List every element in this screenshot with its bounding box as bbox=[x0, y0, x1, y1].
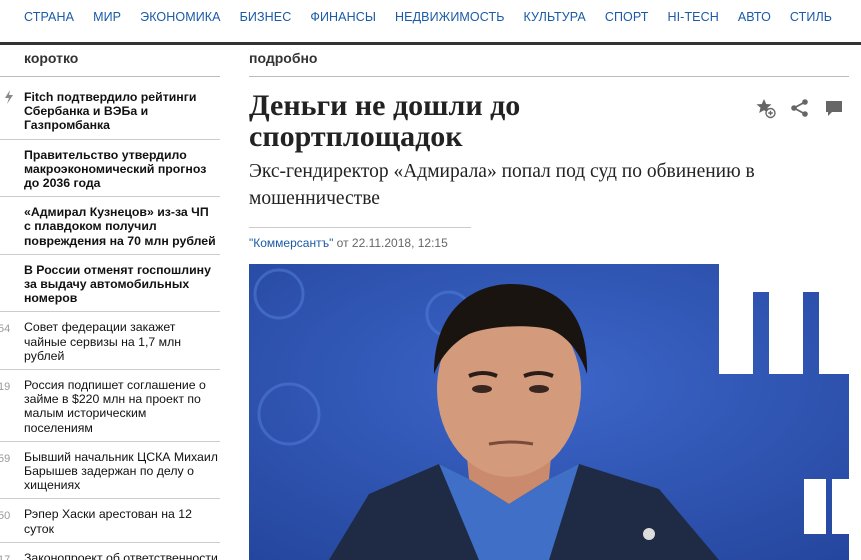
news-item[interactable]: 17 Законопроект об ответственности bbox=[0, 543, 220, 560]
nav-item-hi-tech[interactable]: HI-TECH bbox=[667, 10, 718, 24]
news-item[interactable]: 50 Рэпер Хаски арестован на 12 суток bbox=[0, 499, 220, 543]
news-item-text: Россия подпишет соглашение о займе в $22… bbox=[24, 378, 206, 435]
nav-item-strana[interactable]: СТРАНА bbox=[24, 10, 74, 24]
nav-item-stil[interactable]: СТИЛЬ bbox=[790, 10, 832, 24]
nav-item-avto[interactable]: АВТО bbox=[738, 10, 771, 24]
news-item[interactable]: 19 Россия подпишет соглашение о займе в … bbox=[0, 370, 220, 442]
news-item[interactable]: «Адмирал Кузнецов» из-за ЧП с плавдоком … bbox=[0, 197, 220, 255]
news-item[interactable]: В России отменят госпошлину за выдачу ав… bbox=[0, 255, 220, 313]
nav-item-nedvizhimost[interactable]: НЕДВИЖИМОСТЬ bbox=[395, 10, 504, 24]
comment-count: 59 bbox=[0, 452, 11, 465]
star-add-icon[interactable] bbox=[755, 97, 777, 119]
comment-count: 19 bbox=[0, 381, 11, 394]
news-item[interactable]: Fitch подтвердило рейтинги Сбербанка и В… bbox=[0, 82, 220, 140]
news-item-text: Бывший начальник ЦСКА Михаил Барышев зад… bbox=[24, 449, 218, 493]
nav-item-finansy[interactable]: ФИНАНСЫ bbox=[310, 10, 376, 24]
news-item-text: В России отменят госпошлину за выдачу ав… bbox=[24, 262, 211, 306]
top-navigation: СТРАНА МИР ЭКОНОМИКА БИЗНЕС ФИНАНСЫ НЕДВ… bbox=[0, 0, 861, 34]
article-date: от 22.11.2018, 12:15 bbox=[336, 236, 448, 250]
nav-item-sport[interactable]: СПОРТ bbox=[605, 10, 649, 24]
nav-item-biznes[interactable]: БИЗНЕС bbox=[240, 10, 292, 24]
section-divider-right bbox=[249, 76, 849, 77]
comment-count: 17 bbox=[0, 553, 11, 560]
article-source-link[interactable]: "Коммерсантъ" bbox=[249, 236, 333, 250]
share-icon[interactable] bbox=[789, 97, 811, 119]
lightning-icon bbox=[5, 90, 13, 104]
section-label-short: коротко bbox=[24, 50, 79, 66]
nav-divider bbox=[0, 42, 861, 45]
nav-item-kultura[interactable]: КУЛЬТУРА bbox=[524, 10, 586, 24]
article-headline: Деньги не дошли до спортплощадок bbox=[249, 89, 521, 153]
comment-icon[interactable] bbox=[823, 97, 845, 119]
nav-item-ekonomika[interactable]: ЭКОНОМИКА bbox=[140, 10, 221, 24]
news-item[interactable]: Правительство утвердило макроэкономическ… bbox=[0, 140, 220, 198]
news-item[interactable]: 59 Бывший начальник ЦСКА Михаил Барышев … bbox=[0, 442, 220, 500]
article-photo bbox=[249, 264, 849, 560]
news-item-text: «Адмирал Кузнецов» из-за ЧП с плавдоком … bbox=[24, 205, 216, 248]
news-item-text: Рэпер Хаски арестован на 12 суток bbox=[24, 507, 192, 536]
news-list: Fitch подтвердило рейтинги Сбербанка и В… bbox=[0, 82, 220, 560]
section-divider-left bbox=[0, 76, 220, 77]
news-item-text: Законопроект об ответственности bbox=[24, 550, 218, 560]
news-item-text: Совет федерации закажет чайные сервизы н… bbox=[24, 320, 182, 363]
news-item-text: Правительство утвердило макроэкономическ… bbox=[24, 147, 207, 191]
nav-item-mir[interactable]: МИР bbox=[93, 10, 121, 24]
article-meta: "Коммерсантъ" от 22.11.2018, 12:15 bbox=[249, 236, 448, 250]
news-item[interactable]: 54 Совет федерации закажет чайные сервиз… bbox=[0, 312, 220, 371]
news-item-text: Fitch подтвердило рейтинги Сбербанка и В… bbox=[24, 90, 197, 133]
article-tools bbox=[755, 97, 845, 119]
meta-divider bbox=[249, 227, 471, 228]
comment-count: 54 bbox=[0, 323, 11, 336]
article-subheadline: Экс-гендиректор «Адмирала» попал под суд… bbox=[249, 161, 755, 209]
comment-count: 50 bbox=[0, 510, 11, 523]
section-label-detailed: подробно bbox=[249, 50, 318, 66]
